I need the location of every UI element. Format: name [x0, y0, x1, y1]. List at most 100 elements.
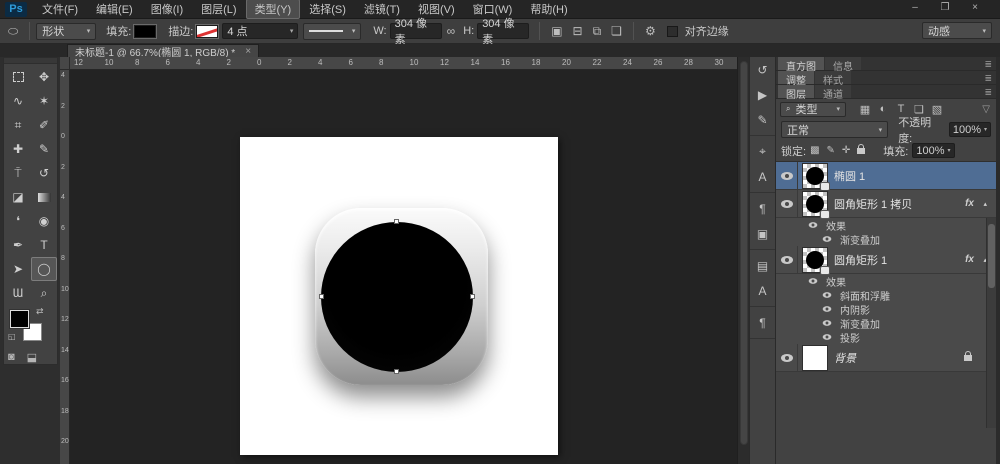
menu-item-9[interactable]: 帮助(H) — [521, 0, 576, 19]
eye-icon[interactable] — [809, 222, 818, 228]
panel-menu-icon[interactable]: ≣ — [984, 59, 992, 70]
close-button[interactable]: × — [968, 2, 982, 13]
eye-icon[interactable] — [781, 172, 793, 180]
tab-adjustments[interactable]: 调整 — [778, 71, 814, 84]
pen-tool[interactable]: ✒ — [5, 233, 31, 257]
tab-styles[interactable]: 样式 — [815, 71, 851, 84]
workspace-switcher-dropdown[interactable]: 动感 ▾ — [922, 22, 992, 39]
zoom-tool[interactable]: ⌕ — [31, 281, 57, 305]
dodge-tool[interactable]: ◉ — [31, 209, 57, 233]
actions-panel-icon[interactable]: ▶ — [750, 82, 775, 107]
ellipse-tool[interactable]: ◯ — [31, 257, 57, 281]
panel-menu-icon[interactable]: ≣ — [984, 87, 992, 98]
shape-constraint-icon[interactable]: ❏ — [611, 24, 622, 39]
minimize-button[interactable]: – — [908, 2, 922, 13]
swap-colors-icon[interactable]: ⇄ — [36, 306, 44, 317]
eye-icon[interactable] — [781, 354, 793, 362]
path-selection-tool[interactable]: ➤ — [5, 257, 31, 281]
gear-icon[interactable]: ⚙ — [645, 24, 656, 38]
stroke-type-dropdown[interactable]: ▾ — [303, 23, 361, 40]
fx-badge[interactable]: fx — [965, 254, 974, 265]
visibility-cell[interactable] — [820, 305, 834, 313]
spot-healing-brush-tool[interactable]: ✚ — [5, 137, 31, 161]
anchor-point-top[interactable] — [394, 219, 399, 224]
document-tab[interactable]: 未标题-1 @ 66.7%(椭圆 1, RGB/8) * × — [67, 44, 259, 57]
paragraph-styles-panel-icon[interactable]: ¶ — [750, 310, 775, 335]
filter-adjustment-layers-icon[interactable]: ◐ — [874, 103, 892, 116]
visibility-cell[interactable] — [776, 344, 798, 371]
visibility-cell[interactable] — [820, 235, 834, 243]
eraser-tool[interactable]: ◪ — [5, 185, 31, 209]
layer-effect-row[interactable]: 渐变叠加 — [776, 232, 996, 246]
menu-item-0[interactable]: 文件(F) — [33, 0, 87, 19]
collapse-effects-icon[interactable]: ▴ — [983, 200, 987, 208]
anchor-point-bottom[interactable] — [394, 369, 399, 374]
blur-tool[interactable]: ❛ — [5, 209, 31, 233]
layer-filter-dropdown[interactable]: ⌕ 类型 ▾ — [780, 102, 846, 117]
path-operations-icon[interactable]: ▣ — [551, 24, 562, 39]
blend-mode-dropdown[interactable]: 正常 ▾ — [781, 121, 888, 138]
layer-thumbnail[interactable] — [802, 191, 828, 217]
stroke-swatch[interactable] — [196, 25, 218, 38]
close-document-icon[interactable]: × — [245, 46, 251, 57]
anchor-point-right[interactable] — [470, 294, 475, 299]
shape-width-field[interactable]: 304 像素 — [390, 23, 442, 39]
vertical-ruler[interactable]: 4202468101214161820 — [60, 70, 70, 464]
hand-tool[interactable]: Ɯ — [5, 281, 31, 305]
brush-panel-icon[interactable]: ✎ — [750, 107, 775, 132]
link-dimensions-icon[interactable]: ∞ — [447, 24, 456, 38]
align-edges-checkbox[interactable] — [667, 26, 678, 37]
crop-tool[interactable]: ⌗ — [5, 113, 31, 137]
layer-row-ellipse-1[interactable]: 椭圆 1 — [776, 162, 996, 190]
tab-layers[interactable]: 图层 — [778, 85, 814, 98]
visibility-cell[interactable] — [806, 277, 820, 285]
eye-icon[interactable] — [809, 278, 818, 284]
menu-item-4[interactable]: 类型(Y) — [246, 0, 301, 19]
eye-icon[interactable] — [781, 256, 793, 264]
menu-item-3[interactable]: 图层(L) — [192, 0, 245, 19]
layer-effect-row[interactable]: 渐变叠加 — [776, 316, 996, 330]
visibility-cell[interactable] — [820, 291, 834, 299]
path-arrangement-icon[interactable]: ⧉ — [593, 24, 602, 39]
lock-position-icon[interactable]: ✛ — [842, 145, 850, 156]
horizontal-ruler[interactable]: 121086420246810121416182022242628303234 — [70, 57, 737, 70]
path-alignment-icon[interactable]: ⊟ — [573, 24, 583, 39]
quick-mask-icon[interactable]: ◙ — [8, 351, 15, 364]
layer-thumbnail[interactable] — [802, 345, 828, 371]
layer-thumbnail[interactable] — [802, 247, 828, 273]
eye-icon[interactable] — [823, 320, 832, 326]
tab-channels[interactable]: 通道 — [815, 85, 851, 98]
tab-info[interactable]: 信息 — [825, 57, 861, 70]
filter-toggle-icon[interactable]: ▽ — [982, 104, 990, 115]
eye-icon[interactable] — [823, 334, 832, 340]
shape-height-field[interactable]: 304 像素 — [477, 23, 529, 39]
eye-icon[interactable] — [823, 292, 832, 298]
layer-effect-row[interactable]: 斜面和浮雕 — [776, 288, 996, 302]
layers-scrollbar[interactable] — [986, 218, 996, 428]
clone-stamp-tool[interactable]: ⍑ — [5, 161, 31, 185]
character-styles-panel-icon[interactable]: A — [750, 278, 775, 303]
lasso-tool[interactable]: ∿ — [5, 89, 31, 113]
layer-effect-row[interactable]: 内阴影 — [776, 302, 996, 316]
visibility-cell[interactable] — [776, 246, 798, 273]
opacity-field[interactable]: 100% ▾ — [949, 122, 991, 137]
layer-effect-row[interactable]: 投影 — [776, 330, 996, 344]
ellipse-shape[interactable] — [321, 222, 473, 372]
menu-item-2[interactable]: 图像(I) — [142, 0, 192, 19]
history-panel-icon[interactable]: ↺ — [750, 57, 775, 82]
scrollbar-thumb[interactable] — [988, 224, 995, 288]
canvas-vertical-scrollbar[interactable] — [737, 57, 749, 464]
visibility-cell[interactable] — [776, 162, 798, 189]
paragraph-panel-icon[interactable]: ¶ — [750, 196, 775, 221]
layer-effect-row[interactable]: 效果 — [776, 218, 996, 232]
magic-wand-tool[interactable]: ✶ — [31, 89, 57, 113]
layer-row-rounded-rect-1[interactable]: 圆角矩形 1fx▴ — [776, 246, 996, 274]
visibility-cell[interactable] — [776, 190, 798, 217]
brush-tool[interactable]: ✎ — [31, 137, 57, 161]
default-colors-icon[interactable]: ◱ — [8, 332, 16, 341]
layer-row-rounded-rect-1-copy[interactable]: 圆角矩形 1 拷贝fx▴ — [776, 190, 996, 218]
foreground-color-swatch[interactable] — [10, 310, 29, 328]
move-tool[interactable]: ✥ — [31, 65, 57, 89]
canvas-viewport[interactable] — [70, 70, 737, 464]
fill-swatch[interactable] — [134, 25, 156, 38]
